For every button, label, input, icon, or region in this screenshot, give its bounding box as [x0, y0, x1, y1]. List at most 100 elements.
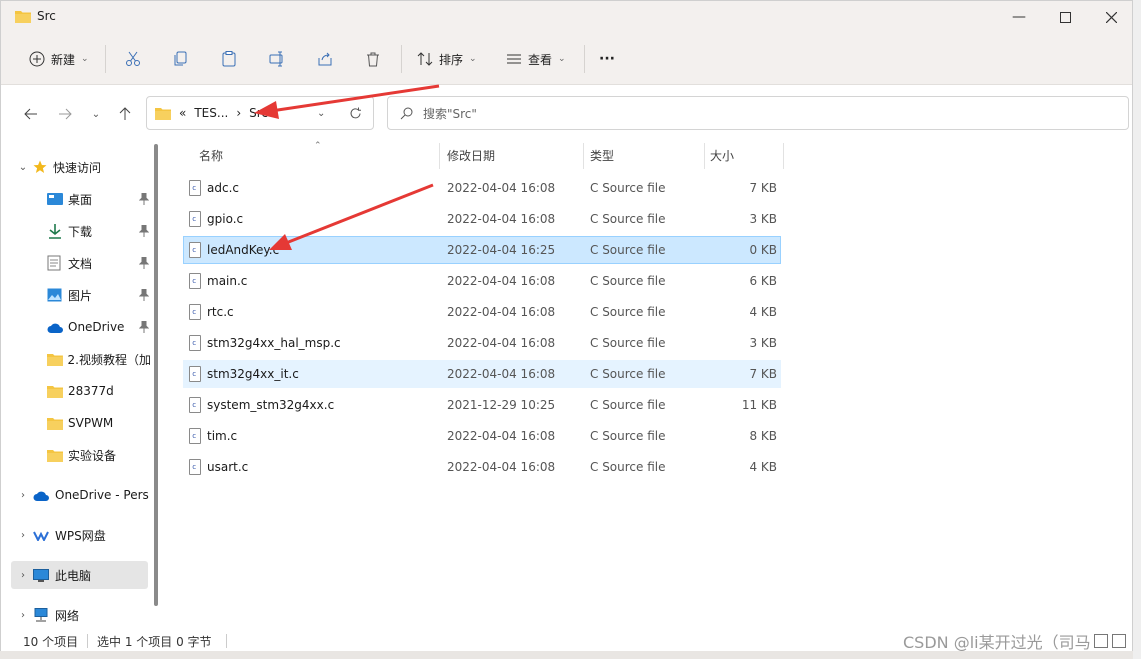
sidebar-item-label: 实验设备: [68, 448, 117, 463]
file-type: C Source file: [590, 398, 666, 412]
address-bar[interactable]: « TES... › Src ⌄: [146, 96, 374, 130]
minimize-button[interactable]: —: [996, 1, 1042, 33]
toolbar-divider: [401, 45, 402, 73]
delete-button[interactable]: [365, 45, 381, 73]
rename-icon: [269, 51, 283, 67]
file-row[interactable]: c stm32g4xx_hal_msp.c 2022-04-04 16:08 C…: [183, 329, 781, 357]
sidebar-item-downloads[interactable]: 下载: [1, 217, 151, 245]
network-icon: [34, 608, 48, 622]
file-type: C Source file: [590, 274, 666, 288]
copy-button[interactable]: [173, 45, 189, 73]
file-row[interactable]: c system_stm32g4xx.c 2021-12-29 10:25 C …: [183, 391, 781, 419]
sidebar-item-label: OneDrive - Pers: [55, 488, 149, 502]
sort-button[interactable]: 排序 ⌄: [417, 45, 477, 73]
cloud-icon: [33, 491, 49, 501]
file-size: 0 KB: [749, 243, 777, 257]
sidebar-item-pictures[interactable]: 图片: [1, 281, 151, 309]
file-size: 7 KB: [749, 367, 777, 381]
sidebar-item-svpwm[interactable]: SVPWM: [1, 409, 151, 437]
arrow-right-icon: [59, 108, 72, 120]
column-divider[interactable]: [783, 143, 784, 169]
file-row-selected[interactable]: c ledAndKey.c 2022-04-04 16:25 C Source …: [183, 236, 781, 264]
file-date: 2022-04-04 16:08: [447, 212, 556, 226]
folder-icon: [155, 107, 171, 120]
column-divider[interactable]: [439, 143, 440, 169]
tiles-view-button[interactable]: [1112, 634, 1126, 648]
chevron-right-icon[interactable]: ›: [13, 490, 33, 501]
file-row[interactable]: c tim.c 2022-04-04 16:08 C Source file 8…: [183, 422, 781, 450]
paste-button[interactable]: [221, 45, 237, 73]
chevron-down-icon[interactable]: ⌄: [317, 108, 325, 119]
star-icon: [33, 160, 47, 173]
status-divider: [87, 634, 88, 648]
navigation-pane: ⌄ 快速访问 桌面 下载 文档 图片 OneDrive 2.视频教程（加 283…: [1, 141, 161, 631]
new-button[interactable]: 新建 ⌄: [29, 45, 89, 73]
recent-locations-button[interactable]: ⌄: [86, 104, 106, 124]
chevron-right-icon[interactable]: ›: [13, 610, 33, 621]
column-header-type[interactable]: 类型: [590, 141, 614, 169]
sidebar-item-onedrive[interactable]: OneDrive: [1, 313, 151, 341]
chevron-down-icon[interactable]: ⌄: [13, 162, 33, 173]
file-row[interactable]: c adc.c 2022-04-04 16:08 C Source file 7…: [183, 174, 781, 202]
folder-icon: [46, 353, 63, 366]
cloud-icon: [47, 323, 63, 333]
file-type: C Source file: [590, 305, 666, 319]
column-header-size[interactable]: 大小: [710, 141, 734, 169]
sidebar-item-lab-equipment[interactable]: 实验设备: [1, 441, 151, 469]
search-box[interactable]: 搜索"Src": [387, 96, 1129, 130]
file-row-hovered[interactable]: c stm32g4xx_it.c 2022-04-04 16:08 C Sour…: [183, 360, 781, 388]
sort-icon: [417, 52, 433, 66]
sidebar-item-network[interactable]: › 网络: [1, 601, 151, 629]
c-source-file-icon: c: [189, 428, 201, 444]
file-row[interactable]: c rtc.c 2022-04-04 16:08 C Source file 4…: [183, 298, 781, 326]
file-name: stm32g4xx_it.c: [207, 367, 299, 381]
breadcrumb-tes[interactable]: TES...: [194, 106, 228, 120]
column-header-name[interactable]: 名称: [199, 141, 223, 169]
file-row[interactable]: c usart.c 2022-04-04 16:08 C Source file…: [183, 453, 781, 481]
back-button[interactable]: [21, 104, 41, 124]
column-header-date[interactable]: 修改日期: [447, 141, 495, 169]
file-size: 4 KB: [749, 305, 777, 319]
sidebar-item-quick-access[interactable]: ⌄ 快速访问: [1, 153, 151, 181]
file-type: C Source file: [590, 243, 666, 257]
file-date: 2022-04-04 16:08: [447, 336, 556, 350]
refresh-icon[interactable]: [349, 107, 362, 120]
share-button[interactable]: [317, 45, 333, 73]
file-name: main.c: [207, 274, 248, 288]
command-bar: 新建 ⌄ 排序 ⌄ 查看 ⌄ ···: [1, 33, 1132, 85]
chevron-right-icon[interactable]: ›: [13, 570, 33, 581]
sidebar-item-desktop[interactable]: 桌面: [1, 185, 151, 213]
rename-button[interactable]: [269, 45, 285, 73]
file-name: rtc.c: [207, 305, 234, 319]
sidebar-item-label: 下载: [68, 224, 93, 239]
sidebar-item-onedrive-personal[interactable]: › OneDrive - Pers: [1, 481, 151, 509]
view-button[interactable]: 查看 ⌄: [506, 45, 566, 73]
picture-icon: [47, 288, 62, 302]
copy-icon: [174, 51, 187, 66]
column-divider[interactable]: [704, 143, 705, 169]
sidebar-item-video-tutorial[interactable]: 2.视频教程（加: [1, 345, 151, 373]
file-type: C Source file: [590, 460, 666, 474]
breadcrumb-src[interactable]: Src: [249, 106, 268, 120]
up-button[interactable]: [115, 104, 135, 124]
file-row[interactable]: c gpio.c 2022-04-04 16:08 C Source file …: [183, 205, 781, 233]
file-row[interactable]: c main.c 2022-04-04 16:08 C Source file …: [183, 267, 781, 295]
sidebar-item-28377d[interactable]: 28377d: [1, 377, 151, 405]
sidebar-item-wps-cloud[interactable]: › WPS网盘: [1, 521, 151, 549]
close-button[interactable]: [1088, 1, 1134, 33]
column-divider[interactable]: [583, 143, 584, 169]
maximize-button[interactable]: [1042, 1, 1088, 33]
details-view-button[interactable]: [1094, 634, 1108, 648]
close-icon: [1105, 11, 1117, 23]
file-date: 2022-04-04 16:08: [447, 274, 556, 288]
chevron-right-icon[interactable]: ›: [13, 530, 33, 541]
breadcrumb-separator[interactable]: ›: [236, 106, 241, 120]
more-options-button[interactable]: ···: [599, 45, 615, 73]
cut-button[interactable]: [125, 45, 141, 73]
file-date: 2022-04-04 16:08: [447, 367, 556, 381]
sidebar-item-documents[interactable]: 文档: [1, 249, 151, 277]
sidebar-item-this-pc[interactable]: › 此电脑: [11, 561, 148, 589]
address-overflow[interactable]: «: [179, 106, 186, 120]
forward-button[interactable]: [55, 104, 75, 124]
sidebar-scrollbar[interactable]: [154, 144, 158, 606]
